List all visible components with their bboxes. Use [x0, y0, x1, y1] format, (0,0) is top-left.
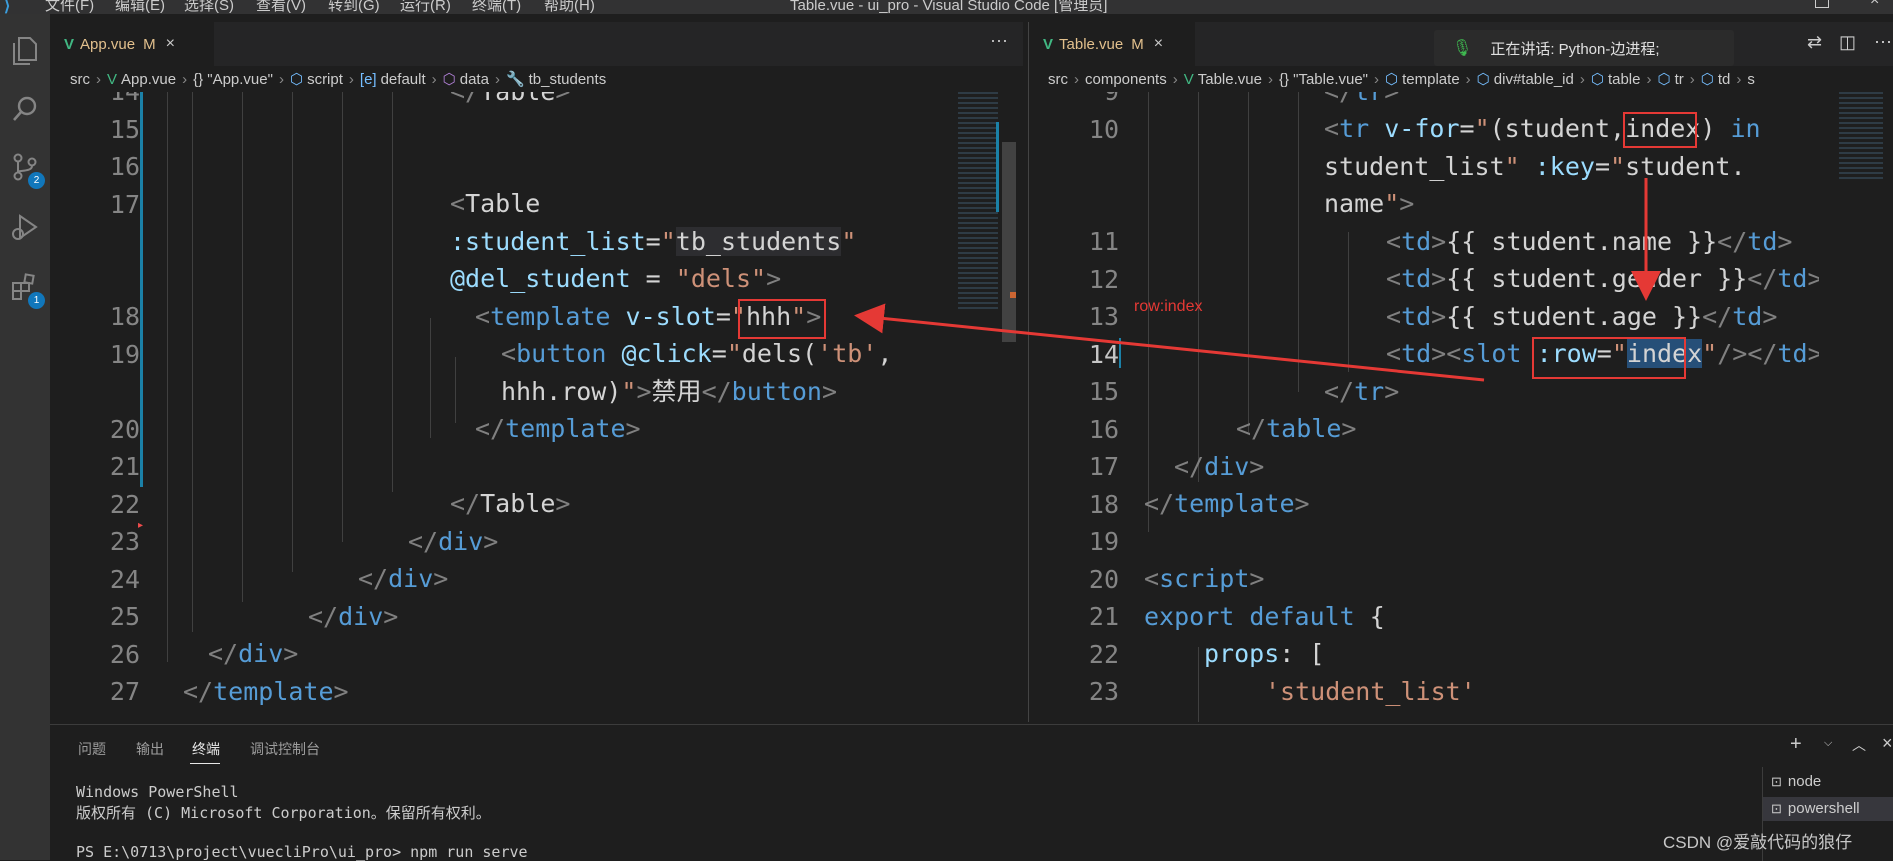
arrow-row-to-slot — [854, 303, 1485, 382]
chevron-down-icon[interactable]: ⌵ — [1824, 737, 1832, 750]
tab-output[interactable]: 输出 — [136, 739, 164, 759]
terminal-item-node[interactable]: ⊡ node — [1771, 773, 1821, 790]
maximize-panel-icon[interactable]: ︿ — [1852, 735, 1866, 755]
tab-terminal[interactable]: 终端 — [192, 739, 220, 759]
tab-debug-console[interactable]: 调试控制台 — [250, 739, 320, 759]
terminal-prompt[interactable]: PS E:\0713\project\vuecliPro\ui_pro> npm… — [76, 843, 528, 861]
active-tab-underline — [190, 763, 220, 764]
terminal-line: 版权所有 (C) Microsoft Corporation。保留所有权利。 — [76, 804, 491, 822]
new-terminal-icon[interactable]: + — [1790, 733, 1802, 756]
close-panel-icon[interactable]: × — [1882, 733, 1893, 754]
terminal-line: Windows PowerShell — [76, 783, 239, 801]
terminal-item-powershell[interactable]: ⊡ powershell — [1763, 797, 1893, 821]
tab-problems[interactable]: 问题 — [78, 739, 106, 759]
bottom-panel: 问题 输出 终端 调试控制台 + ⌵ ︿ × Windows PowerShel… — [50, 724, 1893, 861]
watermark-text: CSDN @爱敲代码的狼仔 — [1663, 833, 1853, 852]
